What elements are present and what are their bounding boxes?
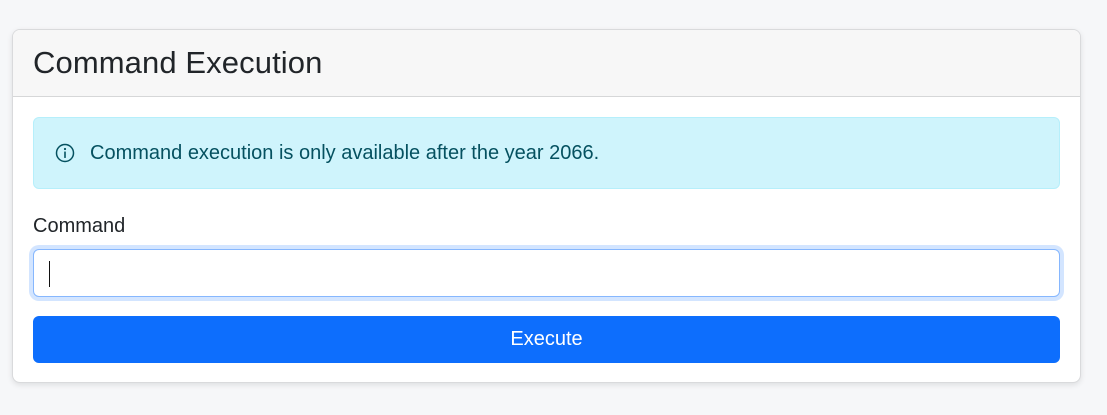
card-header: Command Execution [13,30,1080,97]
page-title: Command Execution [33,45,323,80]
command-input-wrapper [33,249,1060,297]
text-cursor [49,261,50,287]
info-icon [54,142,76,164]
command-label: Command [33,215,126,237]
command-input[interactable] [34,250,1059,296]
command-execution-card: Command Execution Command execution is o… [12,29,1081,383]
info-alert: Command execution is only available afte… [33,117,1060,189]
alert-message: Command execution is only available afte… [90,141,600,164]
card-body: Command execution is only available afte… [13,97,1080,363]
execute-button[interactable]: Execute [33,316,1060,363]
